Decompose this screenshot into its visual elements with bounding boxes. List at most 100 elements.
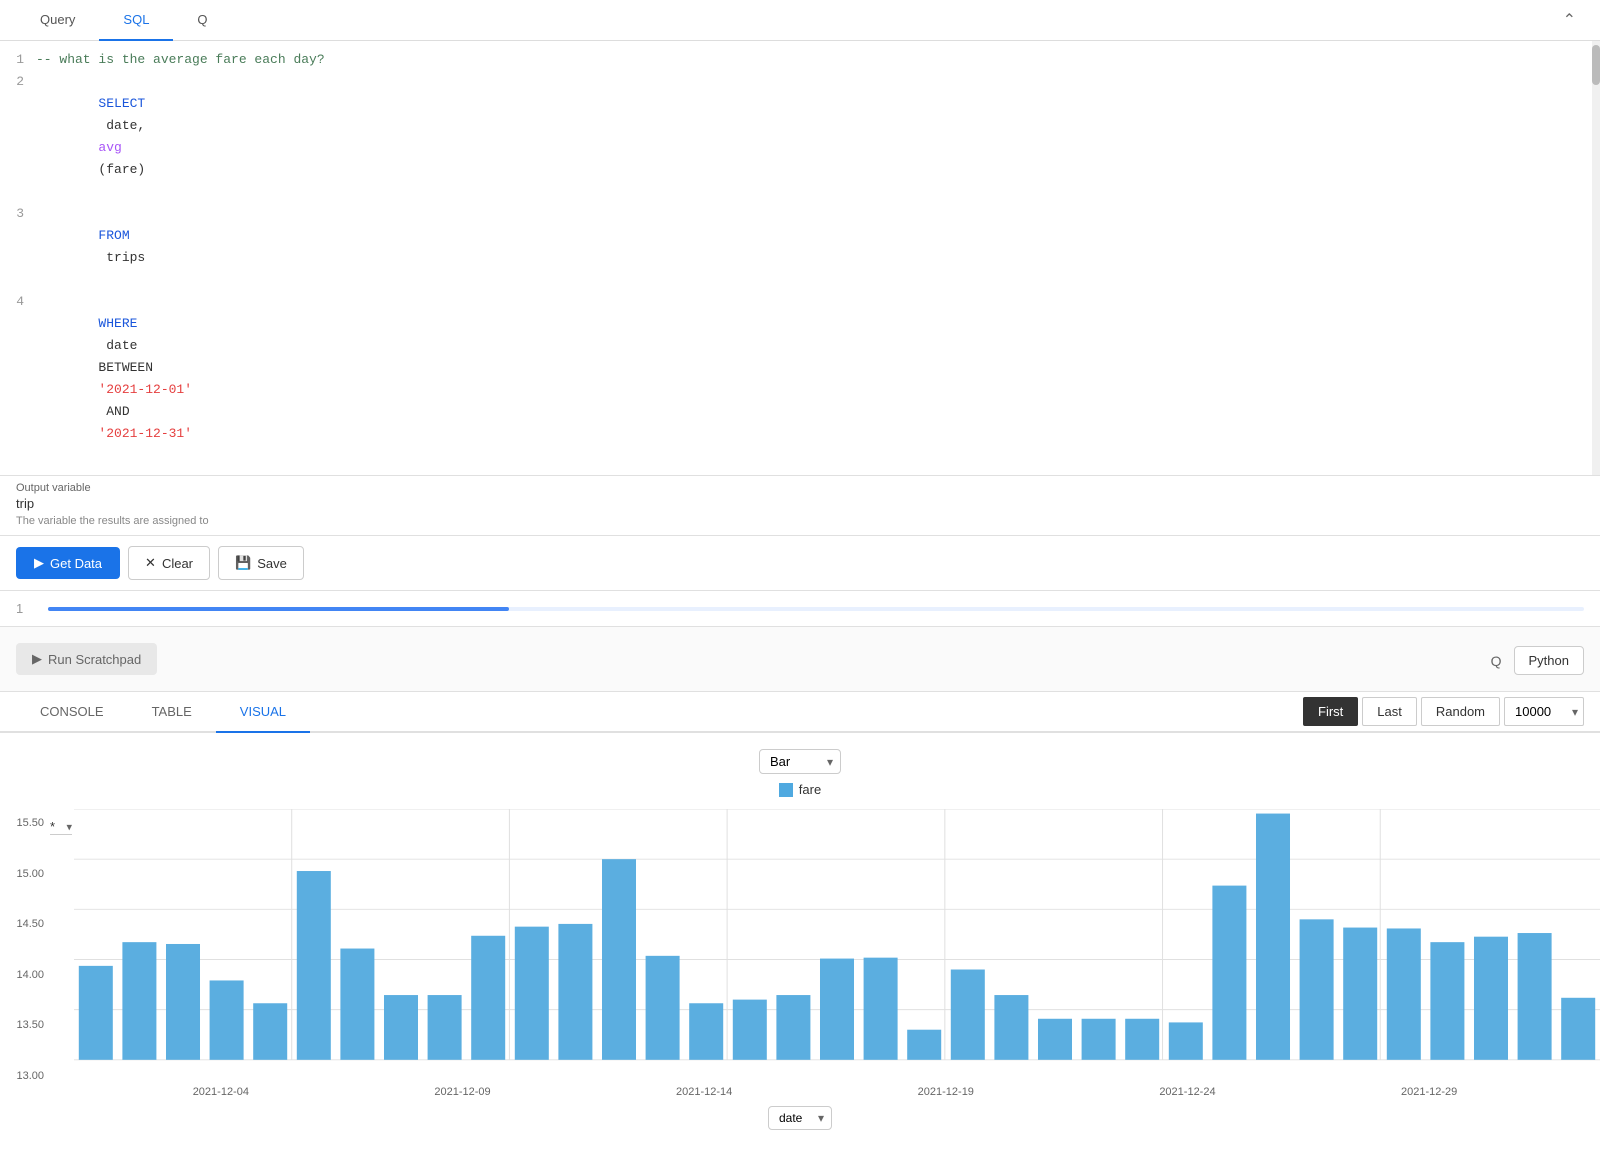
page-size-select[interactable]: 100 1000 10000 100000 [1504,697,1584,726]
bar-2021-12-29[interactable] [1300,919,1334,1059]
bar-chart-svg [74,809,1600,1074]
chart-area: Bar Line Scatter Pie fare 15.50 15.00 14… [0,733,1600,1170]
run-scratchpad-button[interactable]: ▶ Run Scratchpad [16,643,157,675]
x-label-2: 2021-12-09 [434,1086,490,1098]
tab-console[interactable]: CONSOLE [16,692,128,733]
save-icon: 💾 [235,555,251,571]
tab-query[interactable]: Query [16,0,99,41]
bar-2021-12-17[interactable] [776,995,810,1060]
tab-visual[interactable]: VISUAL [216,692,310,733]
tab-table[interactable]: TABLE [128,692,216,733]
tab-q[interactable]: Q [173,0,231,41]
bar-2021-12-03[interactable] [166,944,200,1060]
bar-2021-12-22[interactable] [994,995,1028,1060]
bar-2022-01-01[interactable] [1430,942,1464,1060]
y-star-select[interactable]: * [50,819,72,835]
bar-2021-12-06[interactable] [297,871,331,1060]
line-num-4: 4 [0,291,36,313]
x-axis-labels: 2021-12-04 2021-12-09 2021-12-14 2021-12… [0,1082,1600,1098]
python-button[interactable]: Python [1514,646,1584,675]
line-num-2: 2 [0,71,36,93]
scratchpad-area: ▶ Run Scratchpad Q Python [0,627,1600,692]
first-button[interactable]: First [1303,697,1358,726]
bar-2021-12-08[interactable] [384,995,418,1060]
bar-2021-12-10[interactable] [471,936,505,1060]
chart-type-select[interactable]: Bar Line Scatter Pie [759,749,841,774]
pagination-controls: First Last Random 100 1000 10000 100000 [1303,697,1584,726]
y-star-wrapper: * [50,809,72,1082]
line-content-2: SELECT date, avg (fare) [36,71,1600,203]
bar-2021-12-13[interactable] [602,859,636,1060]
q-icon[interactable]: Q [1491,653,1502,669]
kw-col-date: date, [98,118,153,133]
sql-scrollbar-thumb [1592,45,1600,85]
bar-2021-12-16[interactable] [733,1000,767,1060]
sql-scrollbar[interactable] [1592,41,1600,475]
results-row-num: 1 [16,601,40,616]
x-label-4: 2021-12-19 [918,1086,974,1098]
sql-line-1: 1 -- what is the average fare each day? [0,49,1600,71]
bar-2021-12-14[interactable] [646,956,680,1060]
x-label-5: 2021-12-24 [1159,1086,1215,1098]
tab-sql[interactable]: SQL [99,0,173,41]
run-scratchpad-label: Run Scratchpad [48,652,141,667]
bar-2021-12-26[interactable] [1169,1022,1203,1059]
get-data-label: Get Data [50,556,102,571]
get-data-button[interactable]: ▶ Get Data [16,547,120,579]
bar-2021-12-07[interactable] [340,949,374,1060]
bar-2021-12-11[interactable] [515,927,549,1060]
y-label-1: 15.50 [6,817,44,829]
save-label: Save [257,556,287,571]
bar-2021-12-25[interactable] [1125,1019,1159,1060]
sql-line-3: 3 FROM trips [0,203,1600,291]
bar-2021-12-23[interactable] [1038,1019,1072,1060]
bar-2021-12-31[interactable] [1387,928,1421,1059]
bar-2021-12-24[interactable] [1082,1019,1116,1060]
sql-editor[interactable]: 1 -- what is the average fare each day? … [0,41,1600,476]
y-label-5: 13.50 [6,1019,44,1031]
bar-2022-01-04[interactable] [1561,998,1595,1060]
kw-where: WHERE [98,316,137,331]
x-label-6: 2021-12-29 [1401,1086,1457,1098]
bar-2021-12-30[interactable] [1343,928,1377,1060]
clear-button[interactable]: ✕ Clear [128,546,210,580]
bar-2021-12-02[interactable] [122,942,156,1060]
output-var-hint: The variable the results are assigned to [16,515,1584,527]
kw-func-avg: avg [98,140,121,155]
play-icon: ▶ [34,555,44,571]
bar-chart-area [74,809,1600,1082]
line-content-4: WHERE date BETWEEN '2021-12-01' AND '202… [36,291,1600,467]
top-tab-bar: Query SQL Q ⌃ [0,0,1600,41]
x-label-1: 2021-12-04 [193,1086,249,1098]
last-button[interactable]: Last [1362,697,1417,726]
bar-2022-01-03[interactable] [1518,933,1552,1060]
kw-table: trips [98,250,145,265]
bottom-tabs-left: CONSOLE TABLE VISUAL [16,692,310,731]
y-axis-labels: 15.50 15.00 14.50 14.00 13.50 13.00 [0,817,50,1082]
results-bar-fill [48,607,509,611]
random-button[interactable]: Random [1421,697,1500,726]
bar-2021-12-19[interactable] [864,958,898,1060]
bar-2022-01-02[interactable] [1474,937,1508,1060]
x-axis-select[interactable]: date [768,1106,832,1130]
bar-2021-12-09[interactable] [428,995,462,1060]
bar-2021-12-04[interactable] [210,980,244,1059]
top-tabs-left: Query SQL Q [16,0,232,40]
line-content-3: FROM trips [36,203,1600,291]
bar-2021-12-20[interactable] [907,1030,941,1060]
bar-2021-12-27[interactable] [1212,886,1246,1060]
collapse-icon[interactable]: ⌃ [1555,2,1584,38]
x-axis-selector: date [0,1106,1600,1130]
bar-2021-12-05[interactable] [253,1003,287,1060]
bar-2021-12-15[interactable] [689,1003,723,1060]
y-label-4: 14.00 [6,969,44,981]
sql-line-2: 2 SELECT date, avg (fare) [0,71,1600,203]
bar-2021-12-21[interactable] [951,970,985,1060]
bar-2021-12-12[interactable] [558,924,592,1060]
kw-paren: (fare) [98,162,145,177]
output-var-input[interactable] [16,496,1584,511]
save-button[interactable]: 💾 Save [218,546,304,580]
bar-2021-12-18[interactable] [820,959,854,1060]
bar-2021-12-28[interactable] [1256,814,1290,1060]
bar-2021-12-01[interactable] [79,966,113,1060]
